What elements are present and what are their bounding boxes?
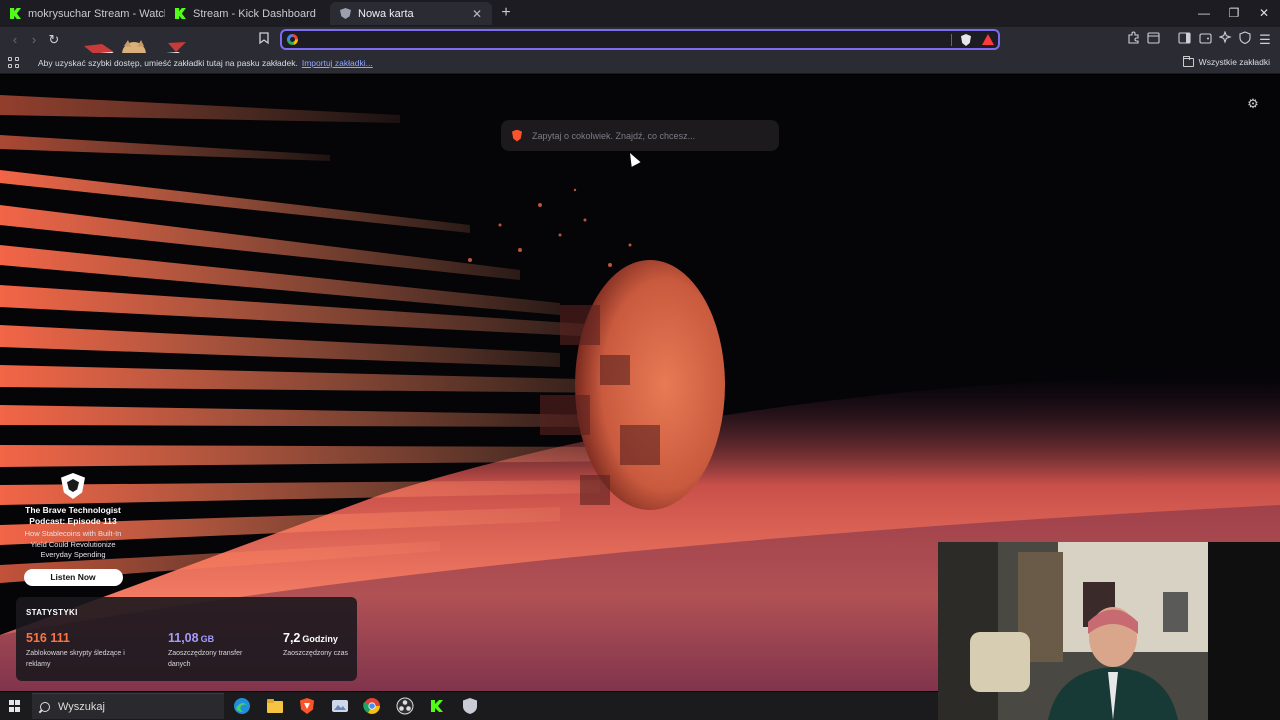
google-icon [287, 34, 298, 45]
tab-new-tab[interactable]: Nowa karta ✕ [330, 2, 492, 25]
tab-search-icon[interactable] [1144, 31, 1162, 49]
stat-bandwidth-saved: 11,08 GB Zaoszczędzony transfer danych [168, 629, 258, 670]
sidebar-icon[interactable] [1175, 31, 1193, 49]
stat-unit: GB [200, 634, 215, 644]
settings-gear-icon[interactable]: ⚙ [1246, 97, 1260, 111]
tab-title: mokrysuchar Stream - Watch Live on [28, 7, 165, 20]
obs-icon[interactable] [396, 697, 414, 715]
brave-lion-icon [512, 129, 522, 142]
all-bookmarks-button[interactable]: Wszystkie zakładki [1182, 55, 1270, 67]
promo-title: The Brave Technologist Podcast: Episode … [25, 505, 121, 526]
stat-value: 516 111 [26, 631, 70, 645]
bookmarks-bar: Aby uzyskać szybki dostęp, umieść zakład… [0, 53, 1280, 74]
chrome-icon[interactable] [363, 697, 381, 715]
taskbar-search[interactable]: Wyszukaj [32, 693, 224, 719]
brave-icon[interactable] [298, 697, 316, 715]
all-bookmarks-label: Wszystkie zakładki [1198, 57, 1270, 67]
bookmarks-hint: Aby uzyskać szybki dostęp, umieść zakład… [38, 58, 373, 68]
stat-description: Zaoszczędzony transfer danych [168, 650, 243, 668]
promo-subtitle: How Stablecoins with Built-In Yield Coul… [24, 529, 122, 559]
tab-kick-dashboard[interactable]: Stream - Kick Dashboard [165, 2, 330, 25]
tab-strip: mokrysuchar Stream - Watch Live on Strea… [0, 0, 1280, 27]
address-bar[interactable] [280, 29, 1000, 50]
close-window-button[interactable]: ✕ [1249, 4, 1279, 22]
kick-icon [10, 8, 21, 19]
tab-title: Nowa karta [358, 7, 414, 20]
windows-start-icon[interactable] [9, 700, 21, 712]
brave-lion-icon [61, 473, 85, 499]
listen-now-button[interactable]: Listen Now [23, 568, 123, 586]
forward-button[interactable]: › [25, 31, 43, 49]
webcam-overlay [938, 542, 1280, 720]
photos-icon[interactable] [331, 697, 349, 715]
stat-description: Zablokowane skrypty śledzące i reklamy [26, 650, 125, 668]
reload-button[interactable]: ↻ [45, 31, 63, 49]
restore-button[interactable]: ❐ [1219, 4, 1249, 22]
windows-taskbar: Wyszukaj [0, 692, 938, 720]
stats-panel: STATYSTYKI 516 111 Zablokowane skrypty ś… [16, 597, 357, 681]
new-tab-button[interactable]: + [498, 4, 514, 22]
kick-icon [175, 8, 186, 19]
stat-description: Zaoszczędzony czas [283, 650, 348, 657]
search-input[interactable] [532, 130, 762, 141]
stat-value: 7,2 [283, 631, 301, 645]
separator [951, 34, 952, 46]
close-icon[interactable]: ✕ [472, 7, 482, 21]
stat-value: 11,08 [168, 631, 199, 645]
menu-icon[interactable]: ☰ [1256, 31, 1274, 49]
stats-title: STATYSTYKI [26, 608, 78, 617]
bookmark-icon[interactable] [255, 31, 273, 49]
minimize-button[interactable]: — [1189, 4, 1219, 22]
app-icon[interactable] [461, 697, 479, 715]
brave-shield-icon [340, 8, 351, 19]
stat-time-saved: 7,2 Godziny Zaoszczędzony czas [283, 629, 353, 660]
extensions-icon[interactable] [1124, 31, 1142, 49]
stat-trackers-blocked: 516 111 Zablokowane skrypty śledzące i r… [26, 629, 136, 670]
tab-mokrysuchar[interactable]: mokrysuchar Stream - Watch Live on [0, 2, 165, 25]
apps-grid-icon[interactable] [8, 57, 19, 68]
wallet-icon[interactable] [1196, 31, 1214, 49]
stat-unit: Godziny [302, 634, 338, 644]
kick-icon[interactable] [428, 697, 446, 715]
leo-ai-icon[interactable] [1216, 30, 1234, 49]
search-box[interactable] [501, 120, 779, 151]
tab-title: Stream - Kick Dashboard [193, 7, 316, 20]
vpn-shield-icon[interactable] [1236, 31, 1254, 49]
edge-icon[interactable] [233, 697, 251, 715]
file-explorer-icon[interactable] [266, 697, 284, 715]
back-button[interactable]: ‹ [6, 31, 24, 49]
bookmarks-hint-text: Aby uzyskać szybki dostęp, umieść zakład… [38, 58, 298, 68]
folder-icon [1182, 55, 1194, 67]
search-icon [37, 699, 53, 714]
taskbar-search-label: Wyszukaj [58, 700, 105, 713]
brave-shields-icon[interactable] [961, 34, 971, 46]
import-bookmarks-link[interactable]: Importuj zakładki... [302, 58, 373, 68]
brave-rewards-icon[interactable] [982, 34, 994, 45]
brave-news-card: The Brave Technologist Podcast: Episode … [20, 473, 126, 586]
